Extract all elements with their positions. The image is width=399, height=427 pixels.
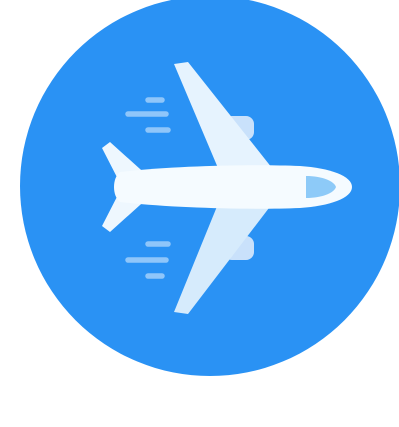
canvas: [0, 0, 399, 427]
airplane-app-icon[interactable]: [0, 0, 399, 427]
